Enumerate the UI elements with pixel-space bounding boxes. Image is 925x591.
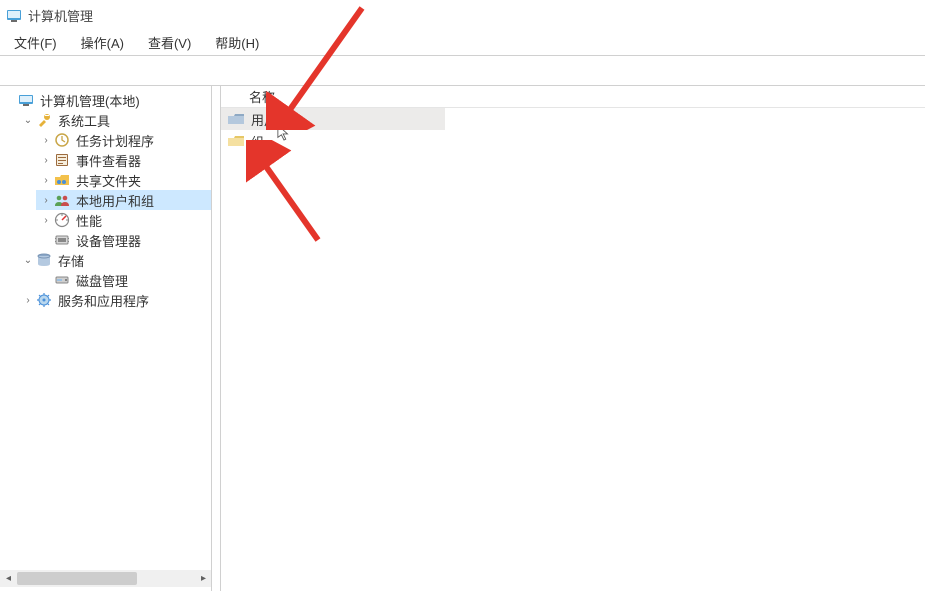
device-icon [54, 232, 70, 248]
performance-icon [54, 212, 70, 228]
splitter[interactable] [212, 86, 220, 591]
tree-label: 服务和应用程序 [54, 291, 149, 310]
expand-icon[interactable]: › [40, 134, 52, 146]
content-area: ▸ 计算机管理(本地) ⌄ [0, 86, 925, 591]
window-title: 计算机管理 [28, 6, 93, 25]
tree-label: 任务计划程序 [72, 131, 154, 150]
tree-label: 设备管理器 [72, 231, 141, 250]
expand-icon[interactable]: › [40, 214, 52, 226]
tree-root-computer-management[interactable]: ▸ 计算机管理(本地) [0, 90, 211, 110]
event-log-icon [54, 152, 70, 168]
menu-action[interactable]: 操作(A) [73, 31, 132, 54]
tree-label: 计算机管理(本地) [36, 91, 140, 110]
tree-services-apps[interactable]: › 服务和应用程序 [18, 290, 211, 310]
list-row-users[interactable]: 用户 [221, 108, 445, 130]
tree-label: 磁盘管理 [72, 271, 128, 290]
tree-label: 本地用户和组 [72, 191, 154, 210]
tree-horizontal-scrollbar[interactable]: ◂ ▸ [0, 570, 212, 587]
clock-icon [54, 132, 70, 148]
menu-help[interactable]: 帮助(H) [207, 31, 267, 54]
expand-icon[interactable]: › [40, 154, 52, 166]
storage-icon [36, 252, 52, 268]
tree-label: 事件查看器 [72, 151, 141, 170]
expand-icon[interactable]: › [22, 294, 34, 306]
shared-folder-icon [54, 172, 70, 188]
tree-label: 性能 [72, 211, 102, 230]
services-icon [36, 292, 52, 308]
tree-event-viewer[interactable]: › 事件查看器 [36, 150, 211, 170]
app-icon [6, 7, 22, 23]
list-item-label: 用户 [251, 110, 277, 129]
tree-disk-management[interactable]: › 磁盘管理 [36, 270, 211, 290]
list-row-groups[interactable]: 组 [221, 130, 445, 152]
tree-label: 存储 [54, 251, 84, 270]
tree-shared-folders[interactable]: › 共享文件夹 [36, 170, 211, 190]
scroll-left-icon[interactable]: ◂ [0, 570, 17, 587]
tools-icon [36, 112, 52, 128]
folder-icon [227, 133, 245, 149]
tree-local-users-groups[interactable]: › 本地用户和组 [36, 190, 211, 210]
menu-view[interactable]: 查看(V) [140, 31, 199, 54]
title-bar: 计算机管理 [0, 0, 925, 30]
scroll-track[interactable] [17, 570, 195, 587]
list-header[interactable]: 名称 [221, 86, 925, 108]
column-header-name[interactable]: 名称 [221, 87, 445, 106]
tree-panel: ▸ 计算机管理(本地) ⌄ [0, 86, 212, 591]
list-panel: 名称 用户 组 [220, 86, 925, 591]
expand-icon[interactable]: › [40, 174, 52, 186]
tree-system-tools[interactable]: ⌄ 系统工具 [18, 110, 211, 130]
users-icon [54, 192, 70, 208]
folder-icon [227, 111, 245, 127]
disk-icon [54, 272, 70, 288]
tree-device-manager[interactable]: › 设备管理器 [36, 230, 211, 250]
collapse-icon[interactable]: ⌄ [22, 254, 34, 266]
list-item-label: 组 [251, 132, 264, 151]
menu-file[interactable]: 文件(F) [6, 31, 65, 54]
scroll-right-icon[interactable]: ▸ [195, 570, 212, 587]
tree-label: 系统工具 [54, 111, 110, 130]
tree-performance[interactable]: › 性能 [36, 210, 211, 230]
list-rows: 用户 组 [221, 108, 925, 152]
tree-storage[interactable]: ⌄ 存储 [18, 250, 211, 270]
collapse-icon[interactable]: ⌄ [22, 114, 34, 126]
menu-bar: 文件(F) 操作(A) 查看(V) 帮助(H) [0, 30, 925, 56]
tree-task-scheduler[interactable]: › 任务计划程序 [36, 130, 211, 150]
computer-management-icon [18, 92, 34, 108]
scroll-thumb[interactable] [17, 572, 137, 585]
toolbar [0, 56, 925, 86]
tree[interactable]: ▸ 计算机管理(本地) ⌄ [0, 90, 211, 310]
expand-icon[interactable]: › [40, 194, 52, 206]
tree-label: 共享文件夹 [72, 171, 141, 190]
